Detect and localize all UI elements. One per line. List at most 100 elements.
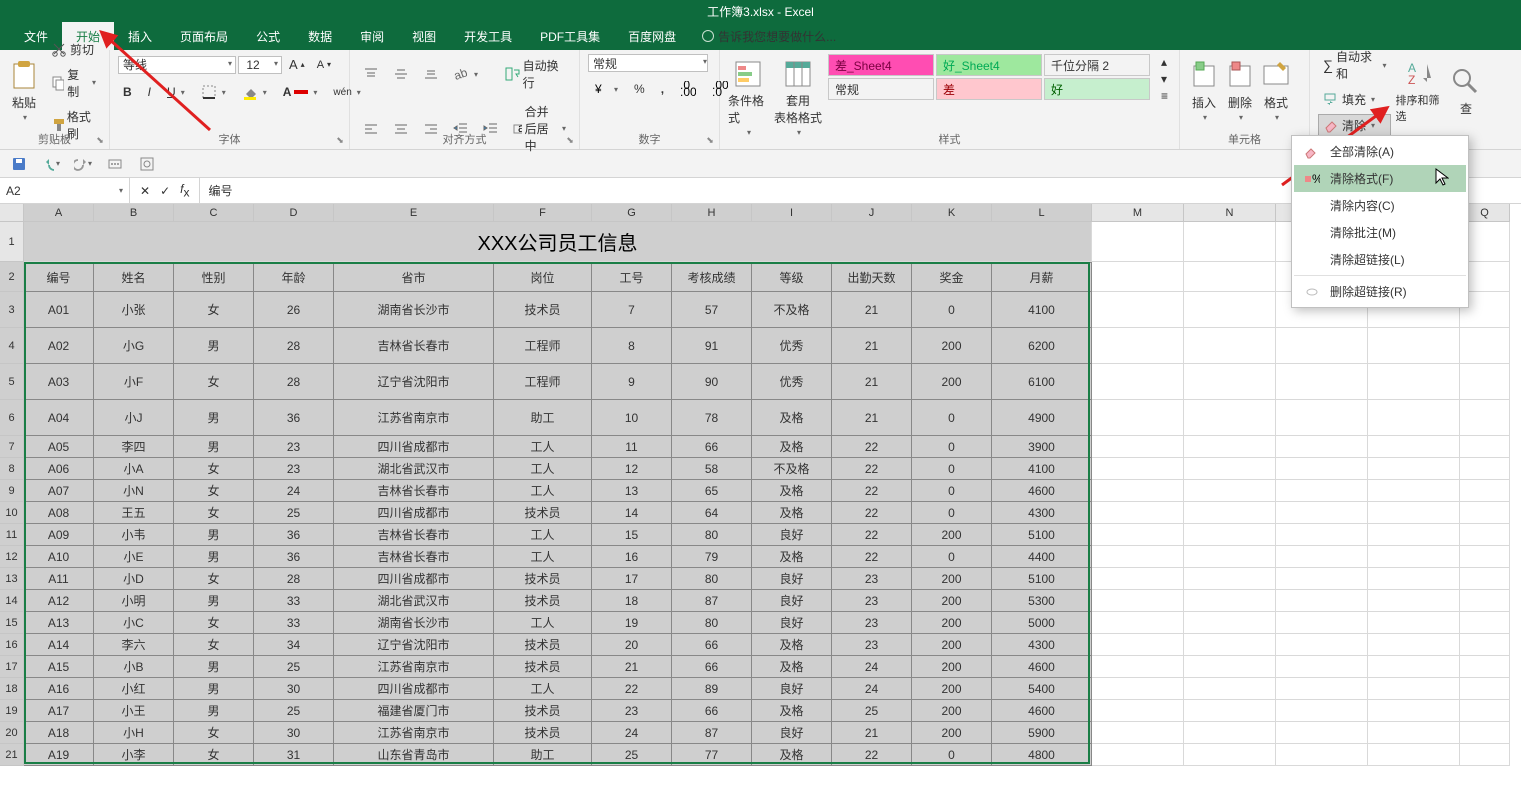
- cell[interactable]: 200: [912, 590, 992, 612]
- cell[interactable]: 女: [174, 364, 254, 400]
- cell[interactable]: 4600: [992, 656, 1092, 678]
- style-thousands[interactable]: 千位分隔 2: [1044, 54, 1150, 76]
- cell[interactable]: 0: [912, 292, 992, 328]
- cell[interactable]: 湖南省长沙市: [334, 612, 494, 634]
- cell[interactable]: [1368, 656, 1460, 678]
- cell[interactable]: 辽宁省沈阳市: [334, 634, 494, 656]
- cell[interactable]: 20: [592, 634, 672, 656]
- cell[interactable]: 工人: [494, 458, 592, 480]
- cell[interactable]: 23: [254, 436, 334, 458]
- cell[interactable]: A07: [24, 480, 94, 502]
- cell[interactable]: 22: [832, 524, 912, 546]
- row-header[interactable]: 20: [0, 722, 24, 744]
- cell[interactable]: 65: [672, 480, 752, 502]
- cell[interactable]: 四川省成都市: [334, 436, 494, 458]
- copy-button[interactable]: 复制▾: [46, 63, 101, 103]
- cell[interactable]: [1092, 502, 1184, 524]
- menu-tab-2[interactable]: 插入: [114, 22, 166, 51]
- cell[interactable]: 28: [254, 328, 334, 364]
- cell[interactable]: 江苏省南京市: [334, 722, 494, 744]
- cell[interactable]: 66: [672, 436, 752, 458]
- cell[interactable]: [1276, 700, 1368, 722]
- row-header[interactable]: 16: [0, 634, 24, 656]
- cell[interactable]: 4100: [992, 458, 1092, 480]
- cell[interactable]: 良好: [752, 612, 832, 634]
- cell[interactable]: 吉林省长春市: [334, 328, 494, 364]
- cell[interactable]: 女: [174, 502, 254, 524]
- cell[interactable]: [1184, 590, 1276, 612]
- cell[interactable]: XXX公司员工信息: [24, 222, 1092, 262]
- cell[interactable]: [1368, 400, 1460, 436]
- cell[interactable]: [1184, 612, 1276, 634]
- cell[interactable]: 月薪: [992, 262, 1092, 292]
- col-header[interactable]: D: [254, 204, 334, 222]
- cell[interactable]: [1184, 634, 1276, 656]
- cell[interactable]: [1276, 722, 1368, 744]
- cell[interactable]: 小B: [94, 656, 174, 678]
- cell[interactable]: 工人: [494, 524, 592, 546]
- fill-color-button[interactable]: ▾: [237, 81, 272, 103]
- cell[interactable]: 4100: [992, 292, 1092, 328]
- cell[interactable]: 23: [832, 590, 912, 612]
- row-header[interactable]: 19: [0, 700, 24, 722]
- clipboard-launcher[interactable]: ⬊: [94, 134, 106, 146]
- cell[interactable]: [1092, 524, 1184, 546]
- cell[interactable]: 出勤天数: [832, 262, 912, 292]
- cell[interactable]: 4300: [992, 634, 1092, 656]
- cell[interactable]: 200: [912, 678, 992, 700]
- cell[interactable]: 34: [254, 634, 334, 656]
- cell[interactable]: [1368, 524, 1460, 546]
- cell[interactable]: 小D: [94, 568, 174, 590]
- cell[interactable]: [1368, 744, 1460, 766]
- cell[interactable]: 年龄: [254, 262, 334, 292]
- cell[interactable]: 28: [254, 364, 334, 400]
- cell[interactable]: 工人: [494, 436, 592, 458]
- cell[interactable]: 男: [174, 700, 254, 722]
- cell[interactable]: 小C: [94, 612, 174, 634]
- cell-styles-gallery[interactable]: 差_Sheet4 好_Sheet4 千位分隔 2 常规 差 好: [828, 54, 1150, 100]
- cell[interactable]: 5300: [992, 590, 1092, 612]
- cell[interactable]: [1092, 678, 1184, 700]
- cell[interactable]: 男: [174, 400, 254, 436]
- redo-button[interactable]: ▾: [74, 155, 92, 173]
- cell[interactable]: 200: [912, 722, 992, 744]
- number-format-select[interactable]: [588, 54, 708, 72]
- cell[interactable]: [1092, 700, 1184, 722]
- save-button[interactable]: [10, 155, 28, 173]
- cell[interactable]: 男: [174, 656, 254, 678]
- col-header[interactable]: A: [24, 204, 94, 222]
- cell[interactable]: [1460, 744, 1510, 766]
- cell[interactable]: [1276, 546, 1368, 568]
- cell[interactable]: 工人: [494, 480, 592, 502]
- cell[interactable]: 80: [672, 568, 752, 590]
- cell[interactable]: 女: [174, 744, 254, 766]
- fx-button[interactable]: fx: [180, 182, 189, 199]
- cell[interactable]: 24: [832, 678, 912, 700]
- cell[interactable]: [1276, 590, 1368, 612]
- cell[interactable]: [1276, 400, 1368, 436]
- cell[interactable]: [1184, 328, 1276, 364]
- clear-all-item[interactable]: 全部清除(A): [1294, 138, 1466, 165]
- cell[interactable]: 小王: [94, 700, 174, 722]
- cell[interactable]: [1092, 590, 1184, 612]
- cell[interactable]: 9: [592, 364, 672, 400]
- cell[interactable]: A08: [24, 502, 94, 524]
- cell[interactable]: 12: [592, 458, 672, 480]
- cell[interactable]: 31: [254, 744, 334, 766]
- cell[interactable]: 工程师: [494, 364, 592, 400]
- cell[interactable]: [1092, 458, 1184, 480]
- cell[interactable]: 四川省成都市: [334, 568, 494, 590]
- cell[interactable]: 及格: [752, 744, 832, 766]
- insert-button[interactable]: 插入: [1192, 94, 1216, 111]
- cell[interactable]: 200: [912, 568, 992, 590]
- cell[interactable]: 良好: [752, 678, 832, 700]
- align-launcher[interactable]: ⬊: [564, 134, 576, 146]
- menu-tab-4[interactable]: 公式: [242, 22, 294, 51]
- cell[interactable]: 福建省厦门市: [334, 700, 494, 722]
- cell[interactable]: 湖北省武汉市: [334, 458, 494, 480]
- cell[interactable]: A02: [24, 328, 94, 364]
- cell[interactable]: 66: [672, 656, 752, 678]
- cell[interactable]: [1184, 700, 1276, 722]
- cancel-formula-button[interactable]: ✕: [140, 184, 150, 198]
- cell[interactable]: [1092, 634, 1184, 656]
